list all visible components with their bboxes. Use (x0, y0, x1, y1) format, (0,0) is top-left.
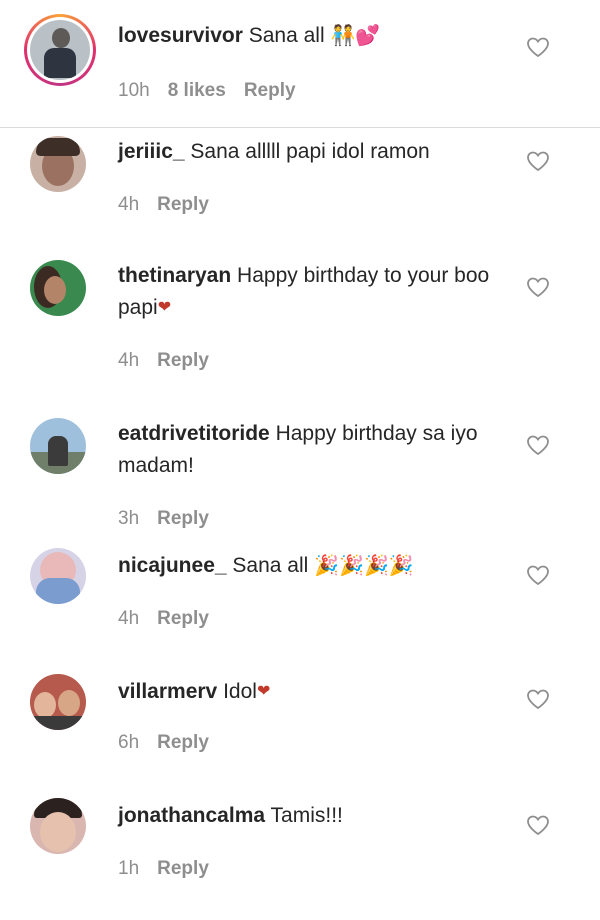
comment-text: eatdrivetitoride Happy birthday sa iyo m… (118, 418, 510, 482)
avatar[interactable] (30, 548, 86, 604)
username-link[interactable]: nicajunee_ (118, 554, 227, 577)
avatar-story-ring[interactable] (24, 14, 96, 86)
reply-button[interactable]: Reply (157, 350, 209, 372)
avatar[interactable] (30, 674, 86, 730)
heart-outline-icon[interactable] (526, 688, 550, 710)
comment-text: thetinaryan Happy birthday to your boo p… (118, 260, 510, 324)
comment-item: jonathancalma Tamis!!! 1h Reply (0, 794, 600, 914)
reply-button[interactable]: Reply (157, 858, 209, 880)
avatar[interactable] (30, 260, 86, 316)
comment-meta: 4h Reply (118, 350, 209, 372)
username-link[interactable]: villarmerv (118, 680, 217, 703)
heart-outline-icon[interactable] (526, 814, 550, 836)
heart-emoji: ❤ (157, 299, 172, 317)
heart-emoji: ❤ (256, 683, 271, 701)
comment-meta: 10h 8 likes Reply (118, 80, 296, 102)
likes-count[interactable]: 8 likes (168, 80, 226, 102)
timestamp: 4h (118, 194, 140, 215)
comment-text: jonathancalma Tamis!!! (118, 800, 510, 832)
timestamp: 1h (118, 858, 140, 879)
username-link[interactable]: thetinaryan (118, 264, 231, 287)
reply-button[interactable]: Reply (157, 732, 209, 754)
reply-button[interactable]: Reply (157, 194, 209, 216)
heart-outline-icon[interactable] (526, 276, 550, 298)
heart-outline-icon[interactable] (526, 564, 550, 586)
comment-item: thetinaryan Happy birthday to your boo p… (0, 256, 600, 406)
comment-body: Sana alllll papi idol ramon (190, 140, 430, 163)
comment-text: nicajunee_ Sana all 🎉🎉🎉🎉 (118, 550, 510, 582)
comment-body: Idol (223, 680, 257, 703)
comment-item: jeriiic_ Sana alllll papi idol ramon 4h … (0, 128, 600, 248)
heart-outline-icon[interactable] (526, 434, 550, 456)
username-link[interactable]: jonathancalma (118, 804, 265, 827)
comment-body: Sana all (248, 24, 325, 47)
emoji: 🎉🎉🎉🎉 (314, 555, 414, 578)
comment-text: jeriiic_ Sana alllll papi idol ramon (118, 136, 510, 168)
avatar[interactable] (30, 798, 86, 854)
reply-button[interactable]: Reply (244, 80, 296, 102)
comment-item: nicajunee_ Sana all 🎉🎉🎉🎉 4h Reply (0, 544, 600, 664)
reply-button[interactable]: Reply (157, 608, 209, 630)
timestamp: 3h (118, 508, 140, 529)
avatar[interactable] (30, 136, 86, 192)
comment-text: lovesurvivor Sana all 🧑‍🤝‍🧑💕 (118, 20, 510, 52)
timestamp: 4h (118, 350, 140, 371)
comment-item: villarmerv Idol❤ 6h Reply (0, 668, 600, 788)
comment-meta: 3h Reply (118, 508, 209, 530)
timestamp: 6h (118, 732, 140, 753)
comment-item: lovesurvivor Sana all 🧑‍🤝‍🧑💕 10h 8 likes… (0, 0, 600, 128)
comment-item: eatdrivetitoride Happy birthday sa iyo m… (0, 414, 600, 544)
heart-outline-icon[interactable] (526, 36, 550, 58)
heart-outline-icon[interactable] (526, 150, 550, 172)
timestamp: 10h (118, 80, 150, 101)
comment-body: Tamis!!! (270, 804, 343, 827)
username-link[interactable]: lovesurvivor (118, 24, 243, 47)
comment-body: Sana all (232, 554, 309, 577)
comment-meta: 4h Reply (118, 194, 209, 216)
comment-text: villarmerv Idol❤ (118, 676, 510, 708)
timestamp: 4h (118, 608, 140, 629)
reply-button[interactable]: Reply (157, 508, 209, 530)
username-link[interactable]: jeriiic_ (118, 140, 185, 163)
avatar[interactable] (30, 418, 86, 474)
comment-meta: 6h Reply (118, 732, 209, 754)
avatar (30, 20, 90, 80)
emoji: 🧑‍🤝‍🧑💕 (330, 25, 381, 48)
comment-meta: 1h Reply (118, 858, 209, 880)
username-link[interactable]: eatdrivetitoride (118, 422, 270, 445)
comment-meta: 4h Reply (118, 608, 209, 630)
